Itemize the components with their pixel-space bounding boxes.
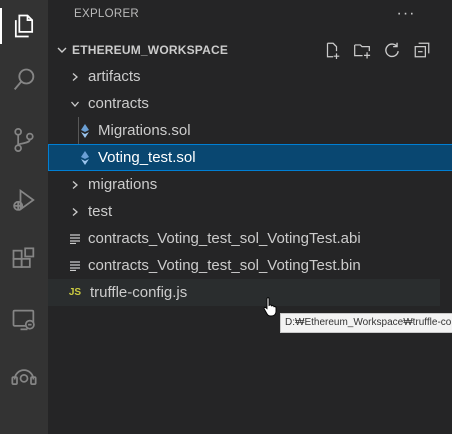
tree-item-contracts[interactable]: contracts <box>48 90 440 117</box>
workspace-title: ETHEREUM_WORKSPACE <box>72 43 229 57</box>
explorer-icon[interactable] <box>0 4 48 48</box>
search-icon[interactable] <box>0 58 48 102</box>
activity-bar <box>0 0 48 434</box>
workspace-actions <box>322 40 432 60</box>
path-tooltip: D:₩Ethereum_Workspace₩truffle-co <box>280 313 452 333</box>
accounts-icon[interactable] <box>0 354 48 398</box>
new-folder-icon[interactable] <box>352 40 372 60</box>
chevron-down-icon <box>68 97 82 111</box>
source-control-icon[interactable] <box>0 118 48 162</box>
tree-item-artifacts[interactable]: artifacts <box>48 63 440 90</box>
extensions-icon[interactable] <box>0 238 48 282</box>
remote-explorer-icon[interactable] <box>0 298 48 342</box>
tree-item-label: contracts_Voting_test_sol_VotingTest.abi <box>88 230 361 247</box>
chevron-right-icon <box>68 70 82 84</box>
tree-item-voting-test-sol[interactable]: Voting_test.sol <box>48 144 452 171</box>
tree-item-bin-file[interactable]: contracts_Voting_test_sol_VotingTest.bin <box>48 252 440 279</box>
explorer-title: EXPLORER <box>74 8 140 20</box>
tree-item-truffle-config[interactable]: JS truffle-config.js <box>48 279 440 306</box>
refresh-icon[interactable] <box>382 40 402 60</box>
chevron-down-icon <box>57 47 67 53</box>
tree-item-label: migrations <box>88 176 158 193</box>
javascript-file-icon: JS <box>68 287 82 298</box>
collapse-all-icon[interactable] <box>412 40 432 60</box>
text-file-icon <box>68 258 82 274</box>
tree-item-label: contracts_Voting_test_sol_VotingTest.bin <box>88 257 361 274</box>
tree-item-label: Migrations.sol <box>98 122 191 139</box>
tree-item-migrations[interactable]: migrations <box>48 171 440 198</box>
tree-item-label: Voting_test.sol <box>98 149 196 166</box>
chevron-right-icon <box>68 205 82 219</box>
tree-item-migrations-sol[interactable]: Migrations.sol <box>48 117 440 144</box>
explorer-sidebar: EXPLORER ··· ETHEREUM_WORKSPACE artifact… <box>48 0 452 434</box>
run-debug-icon[interactable] <box>0 178 48 222</box>
text-file-icon <box>68 231 82 247</box>
solidity-file-icon <box>78 150 92 166</box>
workspace-header[interactable]: ETHEREUM_WORKSPACE <box>48 37 452 63</box>
tree-item-abi-file[interactable]: contracts_Voting_test_sol_VotingTest.abi <box>48 225 440 252</box>
chevron-right-icon <box>68 178 82 192</box>
tree-item-label: artifacts <box>88 68 141 85</box>
new-file-icon[interactable] <box>322 40 342 60</box>
tree-item-test[interactable]: test <box>48 198 440 225</box>
tree-item-label: truffle-config.js <box>90 284 188 301</box>
tree-item-label: contracts <box>88 95 149 112</box>
more-actions-icon[interactable]: ··· <box>396 4 416 24</box>
hand-cursor-icon <box>263 297 277 317</box>
file-tree: artifacts contracts Migrations.sol Votin… <box>48 63 452 306</box>
tree-item-label: test <box>88 203 113 220</box>
solidity-file-icon <box>78 123 92 139</box>
